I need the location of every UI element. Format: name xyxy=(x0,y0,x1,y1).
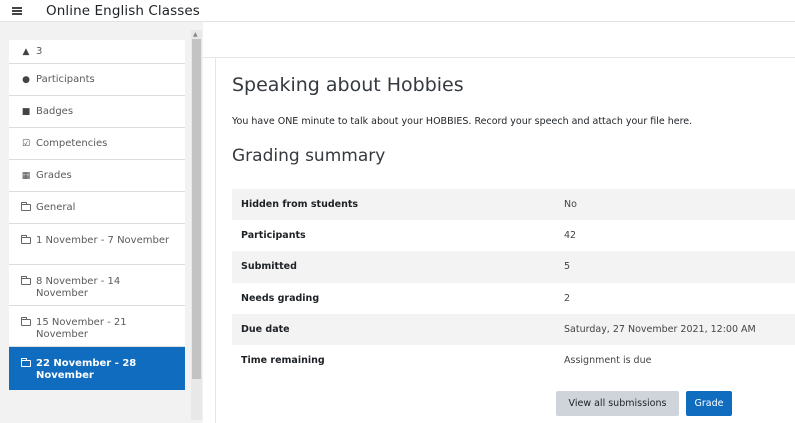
assignment-card: Speaking about Hobbies You have ONE minu… xyxy=(215,58,795,423)
drawer-item-label: Participants xyxy=(36,74,95,85)
folder-icon xyxy=(21,201,31,211)
row-value: 2 xyxy=(564,292,571,304)
drawer-item-label: Competencies xyxy=(36,138,108,149)
table-row: Time remaining Assignment is due xyxy=(232,344,795,377)
drawer-list: ▲ 3 ● Participants ■ Badges ☑ Competenci… xyxy=(9,40,185,390)
drawer-item-label: 8 November - 14 November xyxy=(36,276,121,299)
row-value: Saturday, 27 November 2021, 12:00 AM xyxy=(564,323,756,335)
grading-summary-table: Hidden from students No Participants 42 … xyxy=(232,189,795,377)
shield-icon: ■ xyxy=(21,106,31,117)
grading-summary-heading: Grading summary xyxy=(232,146,386,166)
scroll-up-icon[interactable]: ▲ xyxy=(193,31,198,38)
page-title: Speaking about Hobbies xyxy=(232,74,464,96)
grade-button[interactable]: Grade xyxy=(686,391,732,416)
row-value: Assignment is due xyxy=(564,355,652,367)
main-region: Speaking about Hobbies You have ONE minu… xyxy=(203,22,795,423)
drawer-item-general[interactable]: General xyxy=(9,192,185,224)
drawer-item-label: 15 November - 21 November xyxy=(36,317,127,340)
site-name[interactable]: Online English Classes xyxy=(46,3,200,19)
drawer-item-label: Grades xyxy=(36,170,72,181)
drawer-item-label: 3 xyxy=(36,46,43,57)
folder-icon xyxy=(21,317,31,326)
row-value: 5 xyxy=(564,261,571,273)
row-label: Needs grading xyxy=(241,292,320,304)
drawer-item-week-4-active[interactable]: 22 November - 28 November xyxy=(9,347,185,390)
row-label: Hidden from students xyxy=(241,199,359,211)
drawer-item-grades[interactable]: ▦ Grades xyxy=(9,160,185,192)
hamburger-icon[interactable] xyxy=(0,0,34,22)
folder-icon xyxy=(21,276,31,285)
table-row: Hidden from students No xyxy=(232,189,795,221)
row-value: 42 xyxy=(564,230,577,242)
folder-icon xyxy=(21,235,31,244)
drawer-item-label: 1 November - 7 November xyxy=(36,235,170,246)
drawer-item-course[interactable]: ▲ 3 xyxy=(9,40,185,64)
table-row: Participants 42 xyxy=(232,220,795,252)
table-row: Needs grading 2 xyxy=(232,282,795,314)
row-label: Submitted xyxy=(241,261,297,273)
top-navbar: Online English Classes xyxy=(0,0,795,22)
drawer-item-competencies[interactable]: ☑ Competencies xyxy=(9,128,185,160)
drawer-item-label: General xyxy=(36,202,76,213)
drawer-item-label: 22 November - 28 November xyxy=(36,358,137,381)
drawer-item-week-2[interactable]: 8 November - 14 November xyxy=(9,265,185,306)
nav-drawer: ▲ 3 ● Participants ■ Badges ☑ Competenci… xyxy=(0,22,203,423)
row-label: Time remaining xyxy=(241,355,325,367)
row-label: Due date xyxy=(241,323,290,335)
folder-icon xyxy=(21,358,31,367)
checkbox-icon: ☑ xyxy=(21,138,31,149)
row-value: No xyxy=(564,199,577,211)
assignment-intro: You have ONE minute to talk about your H… xyxy=(232,116,693,127)
drawer-item-participants[interactable]: ● Participants xyxy=(9,64,185,96)
drawer-item-week-1[interactable]: 1 November - 7 November xyxy=(9,224,185,265)
drawer-scrollbar[interactable]: ▲ xyxy=(191,30,202,420)
drawer-item-label: Badges xyxy=(36,106,74,117)
users-icon: ● xyxy=(22,74,30,85)
scrollbar-thumb[interactable] xyxy=(192,39,201,379)
drawer-item-week-3[interactable]: 15 November - 21 November xyxy=(9,306,185,347)
breadcrumb xyxy=(203,22,795,58)
table-row: Submitted 5 xyxy=(232,251,795,283)
table-row: Due date Saturday, 27 November 2021, 12:… xyxy=(232,313,795,345)
table-icon: ▦ xyxy=(21,170,31,181)
row-label: Participants xyxy=(241,230,306,242)
view-all-submissions-button[interactable]: View all submissions xyxy=(556,391,679,416)
graduation-cap-icon: ▲ xyxy=(22,46,30,57)
drawer-item-badges[interactable]: ■ Badges xyxy=(9,96,185,128)
